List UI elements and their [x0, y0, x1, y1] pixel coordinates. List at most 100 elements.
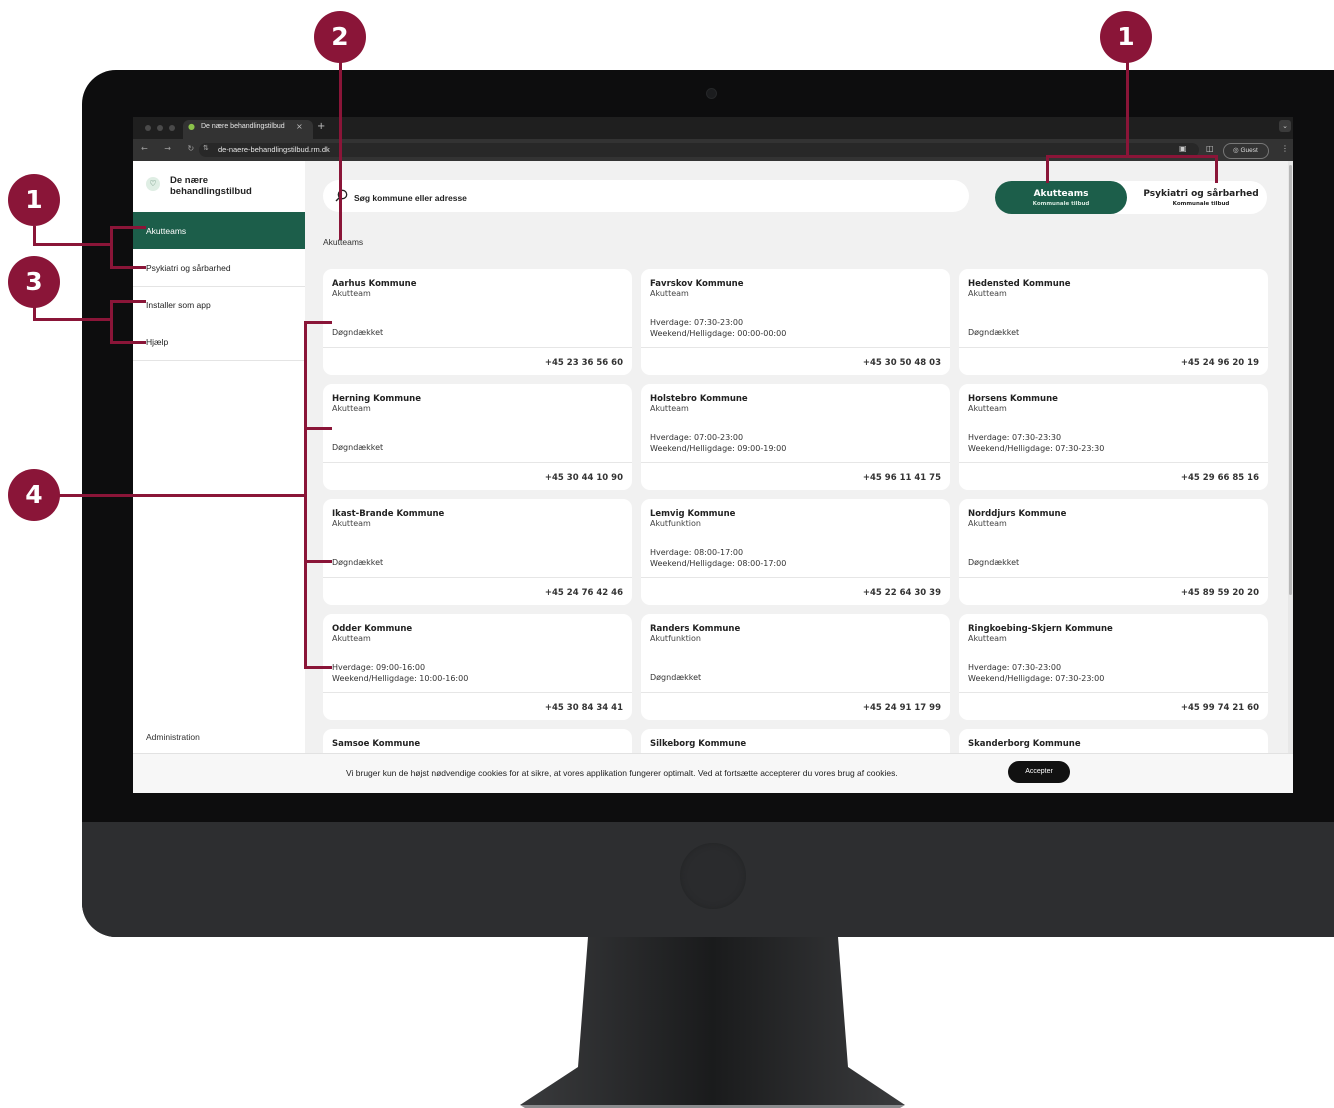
annotation-badge-cards: 4: [8, 469, 60, 521]
card-name: Norddjurs Kommune: [968, 509, 1067, 519]
sidebar-divider: [133, 360, 305, 361]
sidebar-item-help[interactable]: Hjælp: [133, 324, 305, 361]
tab-search-icon[interactable]: ⌄: [1279, 120, 1291, 132]
minimize-window-dot[interactable]: [157, 125, 163, 131]
card-name: Lemvig Kommune: [650, 509, 736, 519]
card-hours-weekend: Weekend/Helligdage: 07:30-23:30: [968, 443, 1105, 453]
toggle-title: Psykiatri og sårbarhed: [1143, 189, 1259, 199]
service-card[interactable]: Hedensted Kommune Akutteam Døgndækket +45 2…: [959, 269, 1268, 375]
card-name: Aarhus Kommune: [332, 279, 417, 289]
card-phone[interactable]: +45 89 59 20 20: [1181, 588, 1259, 598]
card-divider: [323, 577, 632, 578]
service-card[interactable]: Randers Kommune Akutfunktion Døgndækket +45…: [641, 614, 950, 720]
card-divider: [641, 577, 950, 578]
brand-logo-icon: ♡: [146, 177, 160, 191]
sidebar-item-label: Psykiatri og sårbarhed: [146, 263, 231, 273]
zoom-window-dot[interactable]: [169, 125, 175, 131]
scrollbar-thumb[interactable]: [1289, 165, 1292, 595]
annotation-line: [110, 226, 113, 269]
accept-cookies-button[interactable]: Accepter: [1008, 761, 1070, 783]
card-phone[interactable]: +45 24 96 20 19: [1181, 358, 1259, 368]
card-name: Ikast-Brande Kommune: [332, 509, 445, 519]
service-card[interactable]: Lemvig Kommune Akutfunktion Hverdage: 08:0…: [641, 499, 950, 605]
sidebar-item-psykiatri[interactable]: Psykiatri og sårbarhed: [133, 249, 305, 286]
side-panel-icon[interactable]: ◫: [1206, 144, 1214, 153]
annotation-line: [1215, 155, 1218, 183]
annotation-line: [110, 266, 146, 269]
service-card[interactable]: Aarhus Kommune Akutteam Døgndækket +45 23 3…: [323, 269, 632, 375]
card-phone[interactable]: +45 22 64 30 39: [863, 588, 941, 598]
card-hours-weekday: Hverdage: 07:00-23:00: [650, 433, 744, 442]
annotation-badge-toggle: 1: [1100, 11, 1152, 63]
brand-name[interactable]: De nære behandlingstilbud: [170, 175, 270, 197]
card-name: Horsens Kommune: [968, 394, 1058, 404]
card-type: Akutteam: [968, 519, 1007, 528]
site-info-icon[interactable]: ⇅: [203, 144, 209, 152]
card-type: Akutteam: [332, 634, 371, 643]
card-hours: Hverdage: 07:30-23:00 Weekend/Helligdage:…: [650, 318, 786, 339]
card-phone[interactable]: +45 24 76 42 46: [545, 588, 623, 598]
translate-icon[interactable]: ▣: [1179, 144, 1187, 153]
service-card[interactable]: Ringkoebing-Skjern Kommune Akutteam Hverda…: [959, 614, 1268, 720]
navigation-icons[interactable]: ← → ↻: [141, 144, 201, 153]
card-type: Akutfunktion: [650, 634, 701, 643]
card-type: Akutfunktion: [650, 519, 701, 528]
card-type: Akutteam: [650, 289, 689, 298]
card-phone[interactable]: +45 30 50 48 03: [863, 358, 941, 368]
service-card[interactable]: Norddjurs Kommune Akutteam Døgndækket +45 8…: [959, 499, 1268, 605]
annotation-line: [110, 341, 146, 344]
service-card[interactable]: Ikast-Brande Kommune Akutteam Døgndækket +4…: [323, 499, 632, 605]
card-divider: [641, 347, 950, 348]
more-menu-icon[interactable]: ⋮: [1281, 144, 1289, 153]
annotation-line: [58, 494, 306, 497]
toggle-akutteams[interactable]: Akutteams Kommunale tilbud: [995, 181, 1127, 214]
sidebar-item-label: Installer som app: [146, 300, 211, 310]
annotation-line: [33, 243, 112, 246]
card-hours: Hverdage: 09:00-16:00 Weekend/Helligdage:…: [332, 663, 468, 684]
apple-logo-icon: [680, 843, 746, 909]
toggle-psykiatri[interactable]: Psykiatri og sårbarhed Kommunale tilbud: [1135, 181, 1267, 214]
sidebar-item-install-app[interactable]: Installer som app: [133, 287, 305, 324]
card-type: Akutteam: [332, 519, 371, 528]
card-divider: [323, 462, 632, 463]
card-type: Akutteam: [650, 404, 689, 413]
card-phone[interactable]: +45 96 11 41 75: [863, 473, 941, 483]
card-hours-weekend: Weekend/Helligdage: 07:30-23:00: [968, 673, 1105, 683]
guest-label: ◎ Guest: [1233, 147, 1258, 154]
card-hours: Hverdage: 07:30-23:00 Weekend/Helligdage:…: [968, 663, 1104, 684]
service-card[interactable]: Holstebro Kommune Akutteam Hverdage: 07:00…: [641, 384, 950, 490]
card-phone[interactable]: +45 30 44 10 90: [545, 473, 623, 483]
card-availability: Døgndækket: [968, 328, 1020, 337]
annotation-line: [304, 321, 332, 324]
card-name: Samsoe Kommune: [332, 739, 421, 749]
card-divider: [323, 347, 632, 348]
card-name: Herning Kommune: [332, 394, 421, 404]
service-card[interactable]: Herning Kommune Akutteam Døgndækket +45 30 …: [323, 384, 632, 490]
card-hours: Hverdage: 08:00-17:00 Weekend/Helligdage:…: [650, 548, 786, 569]
close-window-dot[interactable]: [145, 125, 151, 131]
section-title: Akutteams: [323, 237, 364, 247]
card-name: Holstebro Kommune: [650, 394, 748, 404]
service-card[interactable]: Favrskov Kommune Akutteam Hverdage: 07:30-…: [641, 269, 950, 375]
cookie-text: Vi bruger kun de højst nødvendige cookie…: [346, 768, 898, 778]
card-hours-weekday: Hverdage: 08:00-17:00: [650, 548, 744, 557]
new-tab-icon[interactable]: +: [317, 121, 325, 132]
card-divider: [959, 347, 1268, 348]
sidebar-item-administration[interactable]: Administration: [146, 732, 200, 742]
card-phone[interactable]: +45 24 91 17 99: [863, 703, 941, 713]
card-phone[interactable]: +45 99 74 21 60: [1181, 703, 1259, 713]
service-card[interactable]: Odder Kommune Akutteam Hverdage: 09:00-16:…: [323, 614, 632, 720]
card-phone[interactable]: +45 29 66 85 16: [1181, 473, 1259, 483]
sidebar-item-akutteams[interactable]: Akutteams: [133, 212, 305, 249]
card-hours-weekend: Weekend/Helligdage: 08:00-17:00: [650, 558, 787, 568]
card-divider: [959, 692, 1268, 693]
card-hours: Hverdage: 07:00-23:00 Weekend/Helligdage:…: [650, 433, 786, 454]
card-divider: [641, 462, 950, 463]
card-phone[interactable]: +45 23 36 56 60: [545, 358, 623, 368]
card-name: Silkeborg Kommune: [650, 739, 747, 749]
service-card[interactable]: Horsens Kommune Akutteam Hverdage: 07:30-2…: [959, 384, 1268, 490]
annotation-badge-search: 2: [314, 11, 366, 63]
card-phone[interactable]: +45 30 84 34 41: [545, 703, 623, 713]
card-name: Ringkoebing-Skjern Kommune: [968, 624, 1113, 634]
tab-close-icon[interactable]: ×: [296, 122, 303, 131]
